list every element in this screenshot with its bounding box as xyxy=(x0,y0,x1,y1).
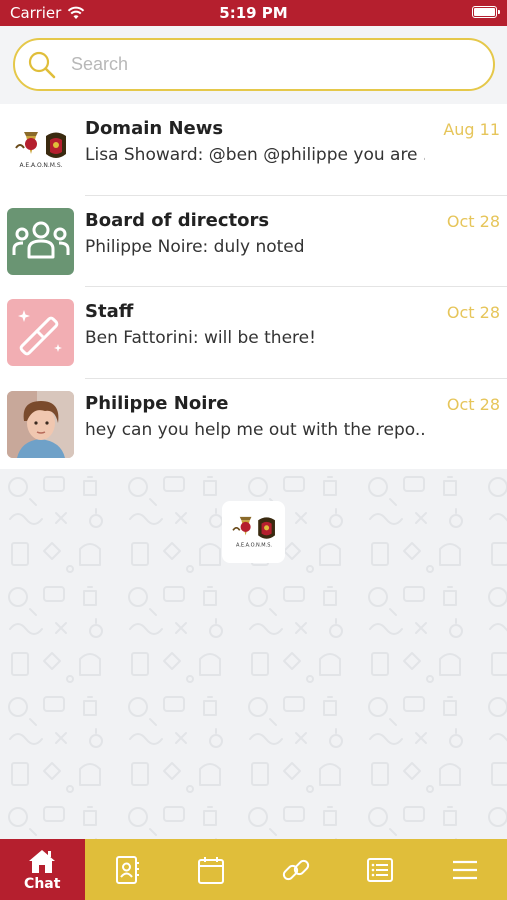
chat-preview: hey can you help me out with the repo... xyxy=(85,419,425,440)
center-logo: A.E.A.O.N.M.S. xyxy=(222,501,285,563)
chat-list: A.E.A.O.N.M.S. Domain News Lisa Showard:… xyxy=(0,104,507,470)
link-icon xyxy=(282,859,309,880)
chat-date: Aug 11 xyxy=(443,120,500,139)
chat-preview: Lisa Showard: @ben @philippe you are ... xyxy=(85,145,425,165)
tab-list[interactable] xyxy=(338,839,423,900)
logo-caption: A.E.A.O.N.M.S. xyxy=(235,542,271,548)
chat-item-board-of-directors[interactable]: Board of directors Philippe Noire: duly … xyxy=(0,196,507,287)
chat-item-domain-news[interactable]: A.E.A.O.N.M.S. Domain News Lisa Showard:… xyxy=(0,104,507,196)
tab-label: Chat xyxy=(24,875,61,892)
tab-menu[interactable] xyxy=(423,839,507,900)
group-avatar xyxy=(7,207,74,275)
tab-links[interactable] xyxy=(254,839,339,900)
search-bar[interactable] xyxy=(13,38,495,91)
chat-title: Philippe Noire xyxy=(85,392,229,414)
tab-bar: Chat xyxy=(0,839,507,900)
chat-title: Board of directors xyxy=(85,209,270,231)
clock: 5:19 PM xyxy=(219,4,288,22)
battery-icon xyxy=(472,6,500,18)
menu-icon xyxy=(452,860,477,879)
tab-calendar[interactable] xyxy=(169,839,254,900)
chat-item-philippe-noire[interactable]: Philippe Noire hey can you help me out w… xyxy=(0,379,507,471)
contacts-icon xyxy=(115,855,139,884)
search-icon xyxy=(28,51,56,78)
list-icon xyxy=(367,857,394,882)
tab-chat[interactable]: Chat xyxy=(0,839,85,900)
chat-background: A.E.A.O.N.M.S. xyxy=(0,469,507,839)
person-photo xyxy=(7,390,74,458)
chat-date: Oct 28 xyxy=(446,303,500,322)
magic-wand-icon xyxy=(17,309,62,355)
search-input[interactable] xyxy=(71,54,451,75)
search-area xyxy=(0,26,507,104)
home-icon xyxy=(29,849,56,873)
calendar-icon xyxy=(198,856,225,884)
tab-contacts[interactable] xyxy=(85,839,170,900)
chat-date: Oct 28 xyxy=(446,394,500,414)
organization-logo: A.E.A.O.N.M.S. xyxy=(7,116,74,183)
staff-avatar xyxy=(7,299,74,366)
chat-item-staff[interactable]: Staff Ben Fattorini: will be there! Oct … xyxy=(0,287,507,379)
group-icon xyxy=(12,221,69,259)
chat-preview: Philippe Noire: duly noted xyxy=(85,236,305,257)
chat-date: Oct 28 xyxy=(446,211,500,231)
logo-caption: A.E.A.O.N.M.S. xyxy=(19,162,62,169)
chat-preview: Ben Fattorini: will be there! xyxy=(85,328,316,348)
chat-title: Staff xyxy=(85,301,134,322)
status-bar: Carrier 5:19 PM xyxy=(0,0,507,26)
chat-title: Domain News xyxy=(85,118,224,139)
